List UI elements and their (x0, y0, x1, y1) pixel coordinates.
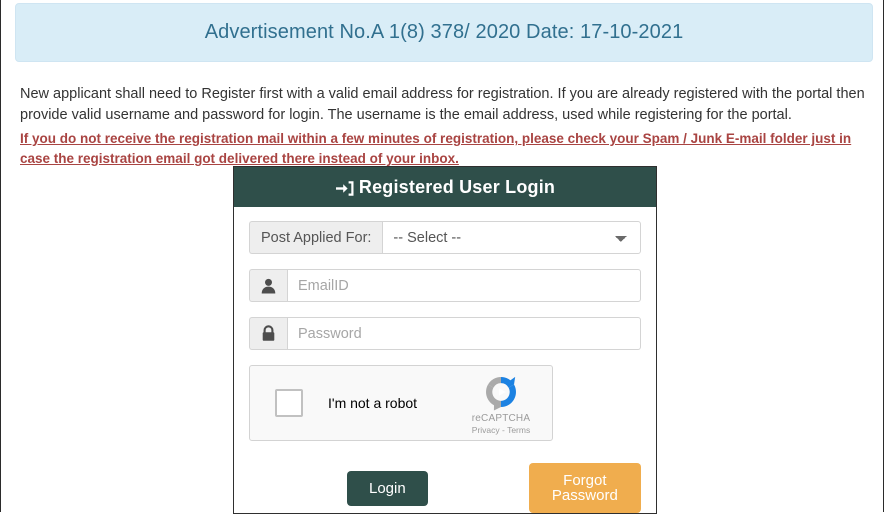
recaptcha-checkbox[interactable] (275, 389, 303, 417)
recaptcha-brand: reCAPTCHA Privacy - Terms (460, 372, 552, 435)
lock-icon (249, 317, 287, 350)
login-panel-title: Registered User Login (358, 176, 556, 197)
email-input[interactable] (287, 269, 641, 302)
login-panel-header: Registered User Login (234, 167, 656, 207)
user-icon (249, 269, 287, 302)
recaptcha-brand-name: reCAPTCHA (471, 412, 531, 424)
instructions-paragraph: New applicant shall need to Register fir… (20, 86, 865, 123)
forgot-password-button[interactable]: Forgot Password (528, 463, 641, 513)
sign-in-icon (335, 178, 355, 198)
login-button[interactable]: Login (347, 470, 428, 506)
recaptcha-privacy-terms[interactable]: Privacy - Terms (472, 425, 530, 435)
advertisement-banner: Advertisement No.A 1(8) 378/ 2020 Date: … (15, 3, 873, 62)
post-applied-for-label: Post Applied For: (249, 221, 383, 254)
post-applied-for-group: Post Applied For: -- Select -- (249, 221, 641, 254)
instructions-warning: If you do not receive the registration m… (20, 131, 852, 166)
login-actions-row: Login Forgot Password (249, 463, 641, 513)
advertisement-banner-text: Advertisement No.A 1(8) 378/ 2020 Date: … (204, 21, 684, 43)
recaptcha-widget[interactable]: I'm not a robot reCAPTCHA Privacy - Term… (249, 365, 553, 441)
post-applied-for-select[interactable]: -- Select -- (382, 221, 641, 254)
instructions-block: New applicant shall need to Register fir… (20, 84, 870, 169)
recaptcha-logo-icon (486, 376, 516, 411)
recaptcha-label: I'm not a robot (328, 395, 418, 411)
password-input[interactable] (287, 317, 641, 350)
page-root: Advertisement No.A 1(8) 378/ 2020 Date: … (0, 0, 884, 514)
password-group (249, 317, 641, 350)
recaptcha-checkbox-wrap[interactable] (250, 389, 328, 417)
registered-user-login-panel: Registered User Login Post Applied For: … (233, 166, 657, 514)
email-group (249, 269, 641, 302)
login-panel-body: Post Applied For: -- Select -- EmailID I… (234, 207, 656, 513)
